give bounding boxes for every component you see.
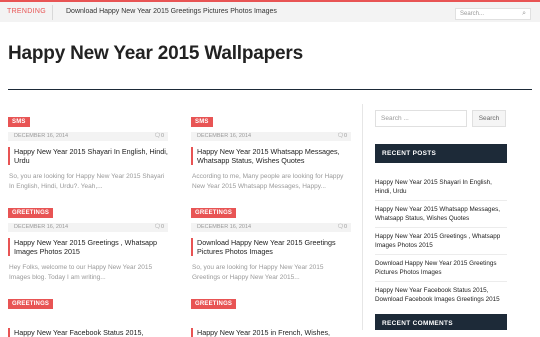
divider xyxy=(52,5,53,20)
recent-post-link[interactable]: Happy New Year 2015 Shayari In English, … xyxy=(375,178,507,201)
category-tag[interactable]: GREETINGS xyxy=(191,299,237,309)
comment-icon: 🗨 xyxy=(336,133,344,139)
recent-posts-list: Happy New Year 2015 Shayari In English, … xyxy=(375,178,507,312)
page-title: Happy New Year 2015 Wallpapers xyxy=(8,43,303,64)
comment-icon: 🗨 xyxy=(153,224,161,230)
post-title-link[interactable]: Download Happy New Year 2015 Greetings P… xyxy=(191,238,351,256)
search-icon[interactable]: ⌕ xyxy=(522,10,526,18)
post-meta: DECEMBER 16, 2014 🗨0 xyxy=(191,132,351,141)
post-title-link[interactable]: Happy New Year 2015 Greetings , Whatsapp… xyxy=(8,238,168,256)
post-excerpt: So, you are looking for Happy New Year 2… xyxy=(192,264,324,281)
post-date: DECEMBER 16, 2014 xyxy=(197,224,252,230)
post-excerpt: So, you are looking for Happy New Year 2… xyxy=(9,173,165,190)
post-card: GREETINGS Happy New Year Facebook Status… xyxy=(8,292,168,337)
recent-post-link[interactable]: Happy New Year Facebook Status 2015, Dow… xyxy=(375,286,507,308)
post-excerpt: Hey Folks, welcome to our Happy New Year… xyxy=(9,264,153,281)
category-tag[interactable]: GREETINGS xyxy=(191,208,237,218)
comment-count[interactable]: 🗨0 xyxy=(154,132,164,141)
comment-count[interactable]: 🗨0 xyxy=(154,223,164,232)
comment-icon: 🗨 xyxy=(336,224,344,230)
comment-icon: 🗨 xyxy=(153,133,161,139)
recent-post-link[interactable]: Download Happy New Year 2015 Greetings P… xyxy=(375,259,507,282)
sidebar-search-input[interactable]: Search ... xyxy=(375,110,467,127)
post-title-link[interactable]: Happy New Year 2015 Whatsapp Messages, W… xyxy=(191,147,351,165)
post-meta: DECEMBER 16, 2014 🗨0 xyxy=(8,132,168,141)
post-meta: DECEMBER 16, 2014 🗨0 xyxy=(191,223,351,232)
recent-comments-heading: RECENT COMMENTS xyxy=(375,314,507,330)
top-search-input[interactable]: Search... ⌕ xyxy=(455,8,531,20)
post-meta: DECEMBER 16, 2014 🗨0 xyxy=(8,223,168,232)
comment-count[interactable]: 🗨0 xyxy=(337,223,347,232)
comment-count[interactable]: 🗨0 xyxy=(337,132,347,141)
top-search-placeholder: Search... xyxy=(460,11,485,17)
recent-post-link[interactable]: Happy New Year 2015 Whatsapp Messages, W… xyxy=(375,205,507,228)
trending-label: TRENDING xyxy=(7,8,46,15)
post-card: SMS DECEMBER 16, 2014 🗨0 Happy New Year … xyxy=(191,110,351,192)
category-tag[interactable]: SMS xyxy=(191,117,213,127)
post-card: SMS DECEMBER 16, 2014 🗨0 Happy New Year … xyxy=(8,110,168,192)
category-tag[interactable]: GREETINGS xyxy=(8,208,54,218)
sidebar-search-button[interactable]: Search xyxy=(472,110,506,127)
post-title-link[interactable]: Happy New Year 2015 in French, Wishes, xyxy=(191,328,351,337)
post-title-link[interactable]: Happy New Year Facebook Status 2015, xyxy=(8,328,168,337)
title-divider xyxy=(8,89,532,90)
post-excerpt: According to me, Many people are looking… xyxy=(192,173,344,190)
post-card: GREETINGS Happy New Year 2015 in French,… xyxy=(191,292,351,337)
top-bar: TRENDING Download Happy New Year 2015 Gr… xyxy=(0,0,540,22)
sidebar-divider xyxy=(362,104,363,330)
post-date: DECEMBER 16, 2014 xyxy=(14,224,69,230)
post-date: DECEMBER 16, 2014 xyxy=(14,133,69,139)
recent-posts-heading: RECENT POSTS xyxy=(375,144,507,163)
category-tag[interactable]: GREETINGS xyxy=(8,299,54,309)
post-title-link[interactable]: Happy New Year 2015 Shayari In English, … xyxy=(8,147,168,165)
post-date: DECEMBER 16, 2014 xyxy=(197,133,252,139)
recent-post-link[interactable]: Happy New Year 2015 Greetings , Whatsapp… xyxy=(375,232,507,255)
post-card: GREETINGS DECEMBER 16, 2014 🗨0 Download … xyxy=(191,201,351,283)
category-tag[interactable]: SMS xyxy=(8,117,30,127)
trending-ticker-link[interactable]: Download Happy New Year 2015 Greetings P… xyxy=(66,8,277,15)
post-card: GREETINGS DECEMBER 16, 2014 🗨0 Happy New… xyxy=(8,201,168,283)
